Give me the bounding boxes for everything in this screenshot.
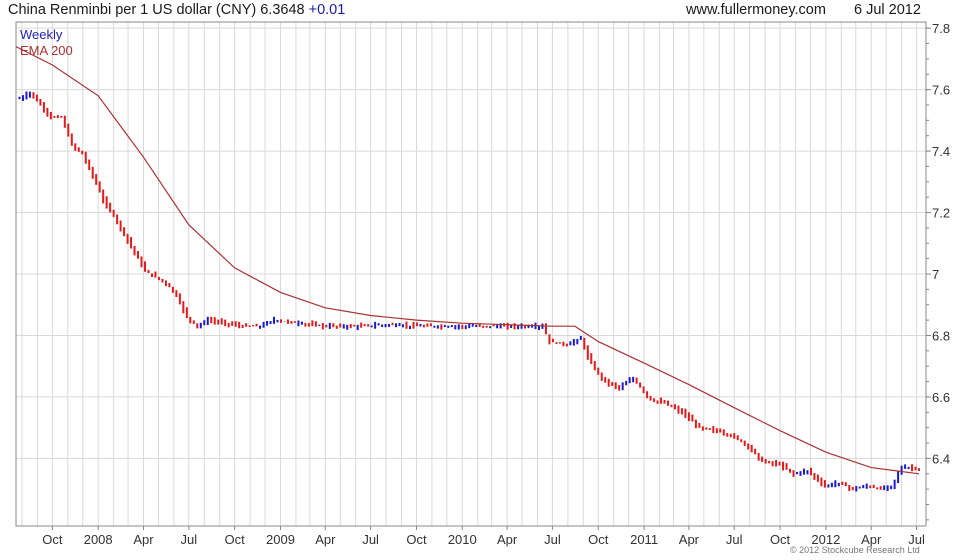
copyright-text: © 2012 Stockcube Research Ltd (790, 545, 920, 555)
y-tick-label: 7 (932, 267, 939, 282)
x-tick-label: Oct (770, 532, 791, 547)
legend-ema: EMA 200 (20, 43, 73, 58)
x-tick-label: Apr (679, 532, 700, 547)
x-tick-label: Oct (588, 532, 609, 547)
ema-200-line (15, 46, 920, 475)
x-tick-label: 2009 (266, 532, 295, 547)
y-tick-label: 7.8 (932, 21, 950, 36)
y-tick-label: 7.2 (932, 206, 950, 221)
x-tick-label: Oct (225, 532, 246, 547)
x-tick-label: Apr (133, 532, 154, 547)
x-tick-label: Oct (42, 532, 63, 547)
y-tick-label: 6.6 (932, 390, 950, 405)
x-tick-label: Apr (497, 532, 518, 547)
x-tick-label: Apr (315, 532, 336, 547)
x-tick-label: Jul (362, 532, 379, 547)
y-tick-label: 6.8 (932, 328, 950, 343)
price-chart: 6.4 6.6 6.8 7 7.2 7.4 7.6 7.8 Oct 2008 Apr Jul Oct 20… (15, 21, 950, 547)
x-tick-label: 2008 (84, 532, 113, 547)
y-tick-label: 6.4 (932, 451, 950, 466)
y-tick-label: 7.6 (932, 83, 950, 98)
x-tick-label: 2010 (448, 532, 477, 547)
x-tick-label: Oct (406, 532, 427, 547)
x-tick-label: Jul (544, 532, 561, 547)
x-tick-label: Jul (726, 532, 743, 547)
legend-weekly: Weekly (20, 27, 63, 42)
x-tick-label: Jul (181, 532, 198, 547)
y-tick-label: 7.4 (932, 144, 950, 159)
x-tick-label: 2011 (630, 532, 658, 547)
